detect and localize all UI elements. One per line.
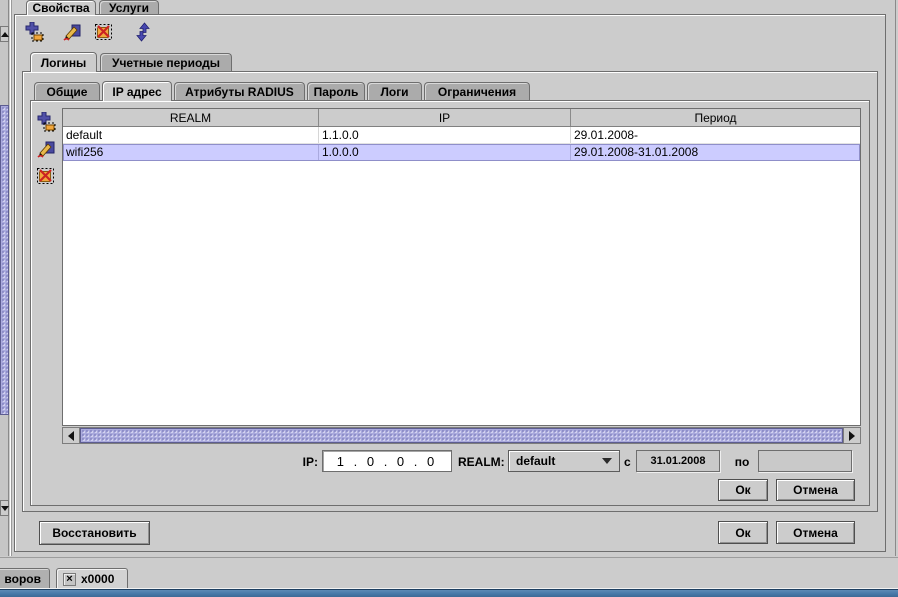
tab-radius-attributes-label: Атрибуты RADIUS: [185, 85, 294, 99]
cell-realm: wifi256: [63, 144, 319, 160]
bottom-tab-active-label: x0000: [81, 572, 114, 586]
column-header-period[interactable]: Период: [571, 109, 860, 126]
tab-properties-label: Свойства: [32, 1, 89, 15]
realm-select-value: default: [516, 454, 555, 468]
scroll-left-button[interactable]: [63, 428, 80, 443]
toolbar-refresh-button[interactable]: [133, 22, 153, 42]
table-horizontal-scrollbar[interactable]: [62, 427, 861, 444]
panel-divider: [11, 0, 12, 556]
row-add-button[interactable]: [36, 112, 56, 132]
delete-icon: [94, 22, 114, 42]
table-row-selected[interactable]: wifi256 1.0.0.0 29.01.2008-31.01.2008: [63, 144, 860, 161]
cell-realm: default: [63, 127, 319, 143]
tab-password-label: Пароль: [314, 85, 359, 99]
to-label: по: [730, 455, 754, 469]
cell-ip: 1.0.0.0: [319, 144, 571, 160]
column-header-ip[interactable]: IP: [319, 109, 571, 126]
tab-radius-attributes[interactable]: Атрибуты RADIUS: [174, 82, 305, 100]
chevron-down-icon: [602, 458, 612, 464]
bottom-tab-active[interactable]: × x0000: [56, 568, 128, 589]
vertical-scrollbar-thumb[interactable]: [0, 105, 9, 415]
tab-services[interactable]: Услуги: [99, 0, 159, 14]
form-ok-label: Ок: [735, 483, 750, 497]
date-from-value: 31.01.2008: [650, 455, 705, 467]
tab-general[interactable]: Общие: [34, 82, 100, 100]
ip-label: IP:: [286, 455, 318, 469]
column-header-realm-label: REALM: [170, 111, 211, 125]
left-vertical-scrollbar[interactable]: [0, 0, 9, 556]
app-window: Свойства Услуги Логин: [0, 0, 898, 597]
column-header-ip-label: IP: [439, 111, 450, 125]
scroll-down-button[interactable]: [0, 500, 9, 516]
tab-logs-label: Логи: [380, 85, 408, 99]
tab-restrictions[interactable]: Ограничения: [424, 82, 530, 100]
strip-divider: [0, 557, 898, 558]
tab-general-label: Общие: [47, 85, 88, 99]
table-header-row: REALM IP Период: [63, 109, 860, 127]
tab-logs[interactable]: Логи: [367, 82, 422, 100]
cell-period: 29.01.2008-: [571, 127, 860, 143]
date-from-field[interactable]: 31.01.2008: [636, 450, 720, 472]
tab-accounting-periods-label: Учетные периоды: [112, 56, 220, 70]
arrow-right-icon: [849, 431, 855, 441]
from-label: с: [624, 455, 634, 469]
add-icon: [36, 112, 56, 132]
tab-logins[interactable]: Логины: [30, 52, 97, 72]
restore-button[interactable]: Восстановить: [39, 521, 150, 545]
ip-input-value: 1 . 0 . 0 . 0: [337, 454, 437, 469]
footer-ok-label: Ок: [735, 526, 750, 540]
cell-ip: 1.1.0.0: [319, 127, 571, 143]
close-icon: ×: [66, 574, 72, 585]
add-icon: [24, 22, 44, 42]
realm-select[interactable]: default: [508, 450, 620, 472]
scroll-up-button[interactable]: [0, 26, 9, 42]
cell-period: 29.01.2008-31.01.2008: [571, 144, 860, 160]
footer-cancel-button[interactable]: Отмена: [776, 521, 855, 544]
window-right-edge: [895, 0, 896, 556]
form-ok-button[interactable]: Ок: [718, 479, 768, 501]
toolbar-delete-button[interactable]: [94, 22, 114, 42]
tab-services-label: Услуги: [109, 1, 149, 15]
ip-table: REALM IP Период default 1.1.0.0 29.01.20…: [62, 108, 861, 426]
form-cancel-button[interactable]: Отмена: [776, 479, 855, 501]
realm-label: REALM:: [458, 455, 506, 469]
toolbar-edit-button[interactable]: [62, 22, 82, 42]
date-to-field[interactable]: [758, 450, 852, 472]
tab-accounting-periods[interactable]: Учетные периоды: [100, 53, 232, 71]
tab-password[interactable]: Пароль: [307, 82, 365, 100]
arrow-down-icon: [1, 506, 9, 511]
ip-input[interactable]: 1 . 0 . 0 . 0: [322, 450, 452, 472]
tab-ip-address[interactable]: IP адрес: [102, 81, 172, 101]
scroll-right-button[interactable]: [843, 428, 860, 443]
table-row[interactable]: default 1.1.0.0 29.01.2008-: [63, 127, 860, 144]
delete-icon: [36, 166, 56, 186]
arrow-left-icon: [68, 431, 74, 441]
bottom-tab-partial-label: воров: [4, 572, 41, 586]
restore-label: Восстановить: [52, 526, 136, 540]
arrow-up-icon: [1, 32, 9, 37]
footer-cancel-label: Отмена: [793, 526, 838, 540]
horizontal-scrollbar-thumb[interactable]: [80, 428, 843, 443]
tab-ip-address-label: IP адрес: [112, 85, 161, 99]
status-bar: [0, 589, 898, 597]
row-edit-button[interactable]: [36, 139, 56, 159]
column-header-period-label: Период: [694, 111, 736, 125]
tab-restrictions-label: Ограничения: [438, 85, 516, 99]
tab-properties[interactable]: Свойства: [26, 0, 96, 15]
edit-icon: [36, 139, 56, 159]
close-tab-button[interactable]: ×: [63, 573, 76, 586]
column-header-realm[interactable]: REALM: [63, 109, 319, 126]
edit-icon: [62, 22, 82, 42]
footer-ok-button[interactable]: Ок: [718, 521, 768, 544]
row-delete-button[interactable]: [36, 166, 56, 186]
form-cancel-label: Отмена: [793, 483, 838, 497]
refresh-icon: [133, 22, 153, 42]
tab-logins-label: Логины: [41, 56, 87, 70]
bottom-tab-partial[interactable]: воров: [0, 568, 50, 589]
toolbar-add-button[interactable]: [24, 22, 44, 42]
